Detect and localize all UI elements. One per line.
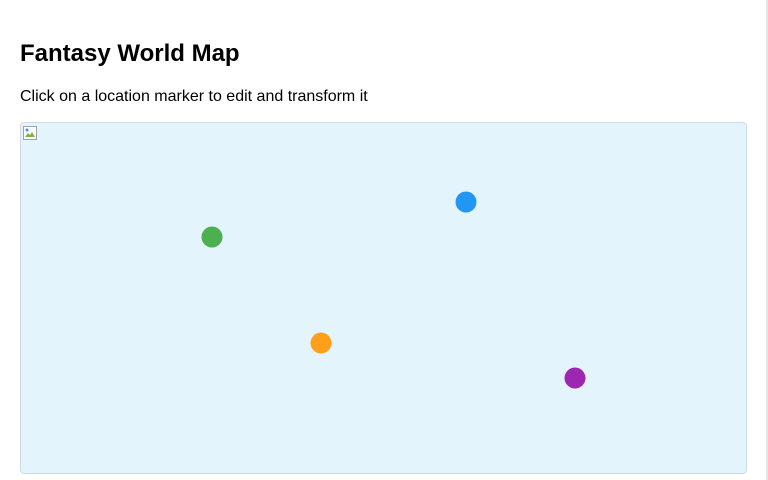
- world-map[interactable]: [20, 122, 747, 474]
- instructions-text: Click on a location marker to edit and t…: [20, 88, 368, 105]
- location-marker-orange[interactable]: [310, 332, 332, 354]
- location-marker-green[interactable]: [201, 226, 223, 248]
- page: Fantasy World Map Click on a location ma…: [0, 0, 768, 480]
- page-title: Fantasy World Map: [20, 40, 240, 67]
- location-marker-purple[interactable]: [564, 367, 586, 389]
- location-marker-blue[interactable]: [455, 191, 477, 213]
- broken-image-icon: [23, 126, 37, 140]
